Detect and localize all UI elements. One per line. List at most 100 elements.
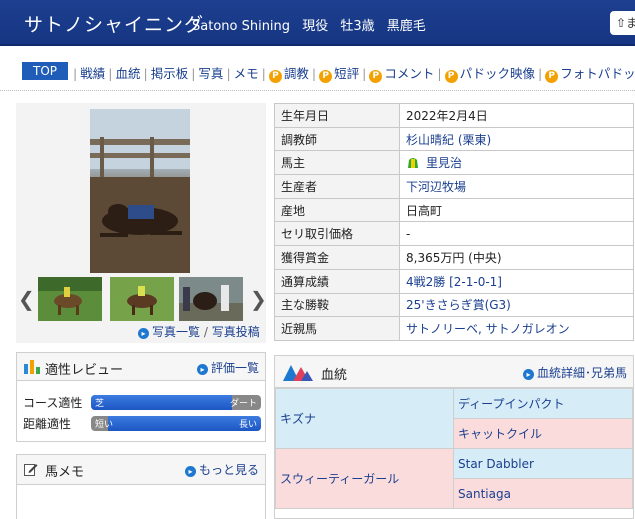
profile-link[interactable]: 下河辺牧場 <box>406 180 466 194</box>
photo-panel: ❮ ❯ ▸ 写真一覧 / 写真投稿 <box>16 103 267 343</box>
photo-thumbnail[interactable] <box>179 277 243 321</box>
premium-icon: P <box>268 70 282 83</box>
nav-separator: | <box>108 66 113 81</box>
profile-key: 近親馬 <box>274 316 400 341</box>
profile-key: 通算成績 <box>274 268 400 294</box>
prev-photo-arrow[interactable]: ❮ <box>18 287 35 311</box>
owner-silks-icon <box>408 158 418 169</box>
nav-separator: | <box>73 66 78 81</box>
profile-row: 主な勝鞍 25'きさらぎ賞(G3) <box>274 292 634 318</box>
tab-item[interactable]: P パドック映像 <box>444 63 535 83</box>
nav-separator: | <box>261 66 266 81</box>
nav-separator: | <box>143 66 148 81</box>
horse-memo-title: 馬メモ <box>45 465 85 480</box>
horse-name-en: Satono Shining <box>192 19 291 34</box>
pedigree-detail-link[interactable]: ▸ 血統詳細･兄弟馬 <box>522 364 627 381</box>
main-horse-photo[interactable] <box>90 109 190 273</box>
profile-key: 獲得賞金 <box>274 245 400 270</box>
dam-dam-cell[interactable]: Santiaga <box>453 478 633 509</box>
pedigree-title: 血統 <box>321 368 348 383</box>
profile-text: 2022年2月4日 <box>406 108 488 123</box>
tab-list: | 戦績 | 血統 | 掲示板 | 写真 | メモ | P 調教 | P 短評 | P コメント | P パドック映像 | P… <box>70 63 635 83</box>
course-aptitude-row: コース適性 芝 ダート <box>23 394 261 411</box>
premium-icon: P <box>369 70 383 83</box>
horse-header: サトノシャイニング Satono Shining 現役 牡3歳 黒鹿毛 ⇧ま <box>0 0 635 46</box>
nav-separator: | <box>537 66 543 81</box>
share-button[interactable]: ⇧ま <box>610 11 635 35</box>
profile-link[interactable]: 25'きさらぎ賞(G3) <box>406 298 511 312</box>
tab-item[interactable]: 掲示板 <box>151 63 189 82</box>
aptitude-label: 距離適性 <box>23 417 72 431</box>
horse-name: サトノシャイニング <box>24 14 205 36</box>
pedigree-table: キズナ ディープインパクト キャットクイル スウィーティーガール Star Da… <box>275 388 633 509</box>
profile-key: 馬主 <box>274 150 400 176</box>
divider <box>0 90 635 91</box>
nav-separator: | <box>362 66 367 81</box>
profile-value: 4戦2勝 [2-1-0-1] <box>399 268 634 294</box>
sire-sire-cell[interactable]: ディープインパクト <box>453 388 633 419</box>
profile-value: 2022年2月4日 <box>399 103 634 128</box>
tab-item[interactable]: 戦績 <box>80 63 105 82</box>
bar-chart-icon <box>24 360 40 374</box>
profile-value: 杉山晴紀 (栗東) <box>399 126 634 152</box>
arrow-circle-icon: ▸ <box>522 369 534 380</box>
nav-separator: | <box>437 66 442 81</box>
profile-row: 生年月日 2022年2月4日 <box>274 103 634 128</box>
sire-cell[interactable]: キズナ <box>275 388 454 449</box>
profile-key: 主な勝鞍 <box>274 292 400 318</box>
profile-row: 馬主 里見治 <box>274 150 634 176</box>
distance-aptitude-row: 距離適性 短い 長い <box>23 415 261 432</box>
profile-value: - <box>399 221 634 247</box>
tab-item[interactable]: メモ <box>234 63 259 82</box>
photo-thumbnail[interactable] <box>110 277 174 321</box>
sire-dam-cell[interactable]: キャットクイル <box>453 418 633 449</box>
memo-pencil-icon <box>24 464 38 476</box>
profile-value: 日高町 <box>399 197 634 223</box>
pedigree-box: 血統 ▸ 血統詳細･兄弟馬 キズナ ディープインパクト キャットクイル スウィーテ… <box>274 355 634 519</box>
arrow-circle-icon: ▸ <box>138 328 149 339</box>
photo-links: ▸ 写真一覧 / 写真投稿 <box>138 323 260 340</box>
profile-value: 25'きさらぎ賞(G3) <box>399 292 634 318</box>
profile-link[interactable]: 杉山晴紀 (栗東) <box>406 133 491 147</box>
dam-sire-cell[interactable]: Star Dabbler <box>453 448 633 479</box>
tab-item[interactable]: 血統 <box>115 63 140 82</box>
profile-link[interactable]: 4戦2勝 [2-1-0-1] <box>406 275 502 289</box>
profile-text: - <box>406 226 411 241</box>
dam-cell[interactable]: スウィーティーガール <box>275 448 454 509</box>
tab-item[interactable]: P コメント <box>369 63 434 83</box>
profile-row: セリ取引価格 - <box>274 221 634 247</box>
tab-item[interactable]: Pフォトパドック <box>545 63 635 83</box>
tab-item[interactable]: 写真 <box>198 63 223 82</box>
profile-row: 産地 日高町 <box>274 197 634 223</box>
profile-link[interactable]: 里見治 <box>426 156 462 170</box>
premium-icon: P <box>444 70 458 83</box>
photo-thumbnail[interactable] <box>38 277 102 321</box>
photo-post-link[interactable]: 写真投稿 <box>212 325 260 339</box>
aptitude-label: コース適性 <box>23 396 83 410</box>
profile-link[interactable]: サトノリーベ, サトノガレオン <box>406 322 570 336</box>
profile-text: 日高町 <box>406 203 443 218</box>
profile-key: 産地 <box>274 197 400 223</box>
photo-list-link[interactable]: 写真一覧 <box>152 325 200 339</box>
profile-value: 下河辺牧場 <box>399 174 634 199</box>
horse-sex-age: 牡3歳 <box>340 19 375 34</box>
tab-item[interactable]: P 短評 <box>319 63 359 83</box>
profile-key: 生産者 <box>274 174 400 199</box>
more-memo-link[interactable]: ▸ もっと見る <box>184 461 259 478</box>
profile-key: 調教師 <box>274 126 400 152</box>
tab-item[interactable]: P 調教 <box>268 63 309 83</box>
rating-list-link[interactable]: ▸ 評価一覧 <box>196 359 259 376</box>
profile-value: サトノリーベ, サトノガレオン <box>399 316 634 341</box>
nav-separator: | <box>226 66 231 81</box>
horse-coat: 黒鹿毛 <box>386 19 426 34</box>
arrow-circle-icon: ▸ <box>184 466 196 477</box>
premium-icon: P <box>545 70 559 83</box>
horse-profile-table: 生年月日 2022年2月4日 調教師 杉山晴紀 (栗東) 馬主 里見治 生産者 下河辺牧場 産地… <box>274 103 634 341</box>
profile-key: 生年月日 <box>274 103 400 128</box>
pedigree-header: 血統 ▸ 血統詳細･兄弟馬 <box>275 356 633 388</box>
profile-value: 8,365万円 (中央) <box>399 245 634 270</box>
pedigree-icon <box>283 365 313 381</box>
next-photo-arrow[interactable]: ❯ <box>250 287 267 311</box>
tab-top[interactable]: TOP <box>22 62 68 80</box>
nav-separator: | <box>311 66 317 81</box>
